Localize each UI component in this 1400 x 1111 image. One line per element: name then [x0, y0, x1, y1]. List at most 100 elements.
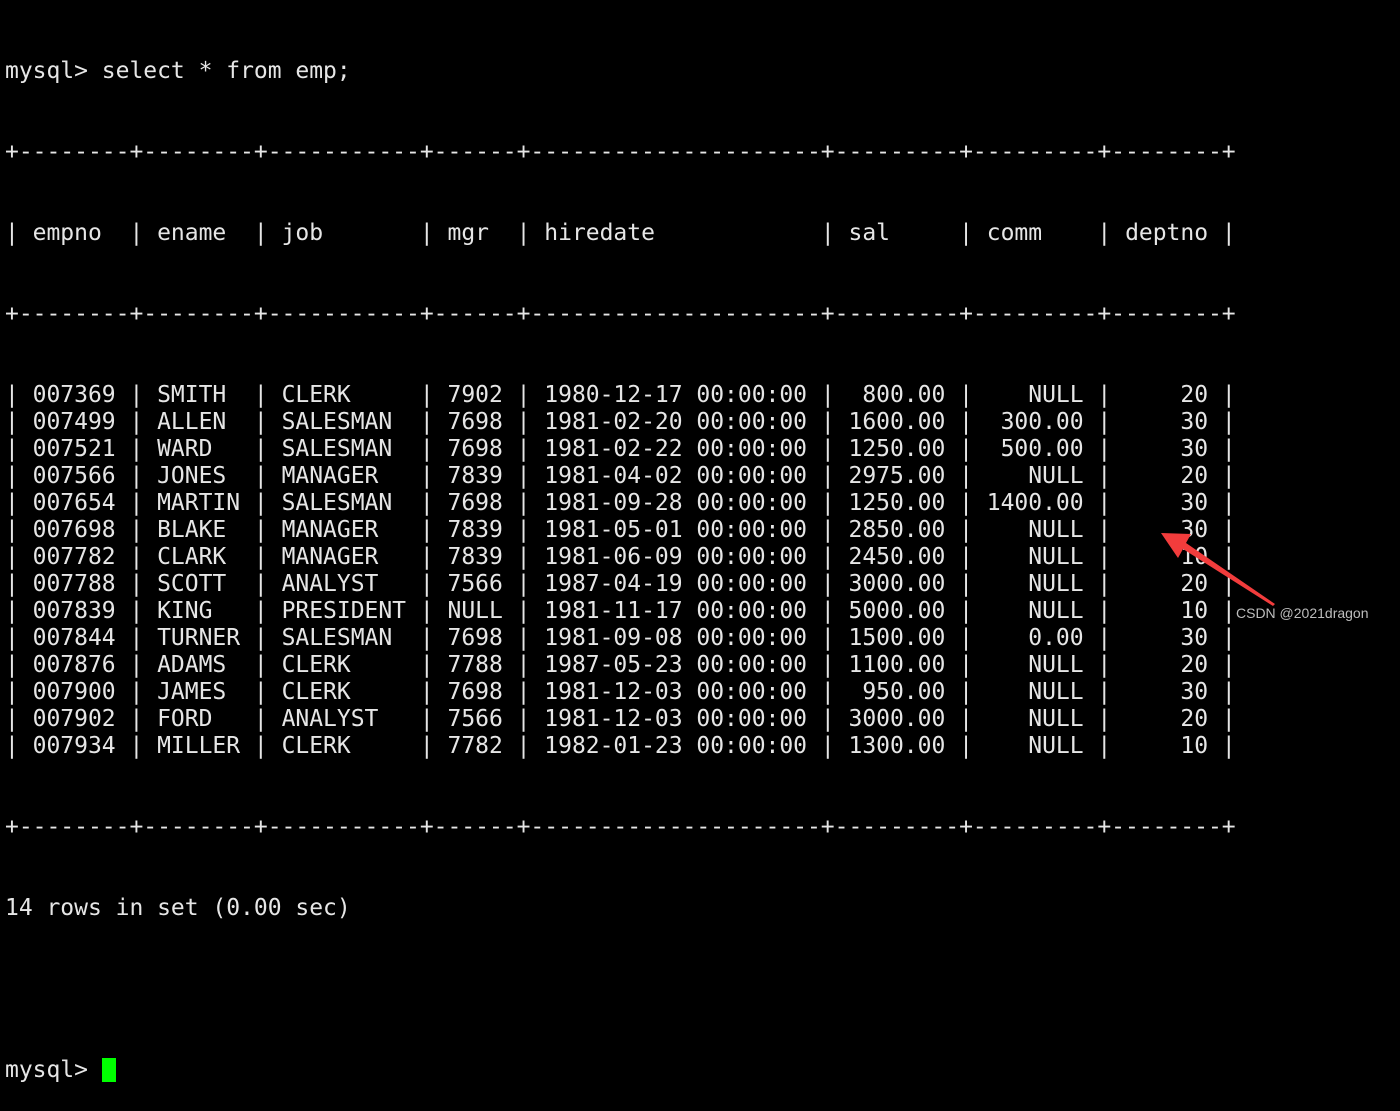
cell-hiredate: 1981-12-03 00:00:00	[544, 679, 808, 705]
table-border-header: +--------+--------+-----------+------+--…	[5, 301, 1236, 327]
cell-deptno: 20	[1125, 463, 1209, 489]
cell-empno: 007788	[32, 571, 116, 597]
cell-mgr: 7839	[447, 463, 503, 489]
cell-mgr: 7902	[447, 382, 503, 408]
cell-hiredate: 1981-11-17 00:00:00	[544, 598, 808, 624]
cell-sal: 1250.00	[848, 490, 946, 516]
cell-hiredate: 1987-04-19 00:00:00	[544, 571, 808, 597]
cell-empno: 007521	[32, 436, 116, 462]
cell-mgr: 7839	[447, 544, 503, 570]
cell-deptno: 20	[1125, 706, 1209, 732]
cell-comm: 1400.00	[986, 490, 1084, 516]
table-header-row: | empno | ename | job | mgr | hiredate |…	[5, 220, 1236, 246]
cell-deptno: 20	[1125, 571, 1209, 597]
cell-sal: 3000.00	[848, 706, 946, 732]
cell-sal: 2975.00	[848, 463, 946, 489]
cell-sal: 1500.00	[848, 625, 946, 651]
cell-job: SALESMAN	[281, 490, 407, 516]
cell-hiredate: 1981-05-01 00:00:00	[544, 517, 808, 543]
cell-mgr: 7698	[447, 625, 503, 651]
table-row: | 007698 | BLAKE | MANAGER | 7839 | 1981…	[5, 517, 1236, 543]
table-row: | 007566 | JONES | MANAGER | 7839 | 1981…	[5, 463, 1236, 489]
cell-mgr: 7839	[447, 517, 503, 543]
cell-comm: NULL	[986, 463, 1084, 489]
table-row: | 007839 | KING | PRESIDENT | NULL | 198…	[5, 598, 1236, 624]
table-row: | 007900 | JAMES | CLERK | 7698 | 1981-1…	[5, 679, 1236, 705]
cell-job: ANALYST	[281, 571, 407, 597]
cell-job: CLERK	[281, 652, 407, 678]
cell-job: MANAGER	[281, 517, 407, 543]
cell-comm: NULL	[986, 706, 1084, 732]
cell-sal: 1250.00	[848, 436, 946, 462]
cell-mgr: NULL	[447, 598, 503, 624]
cell-deptno: 10	[1125, 733, 1209, 759]
table-row: | 007521 | WARD | SALESMAN | 7698 | 1981…	[5, 436, 1236, 462]
input-line[interactable]: mysql>	[5, 1057, 1236, 1084]
cell-ename: JAMES	[157, 679, 241, 705]
cell-sal: 1300.00	[848, 733, 946, 759]
cell-comm: NULL	[986, 571, 1084, 597]
cell-empno: 007900	[32, 679, 116, 705]
cell-job: CLERK	[281, 733, 407, 759]
cell-deptno: 30	[1125, 517, 1209, 543]
table-body: | 007369 | SMITH | CLERK | 7902 | 1980-1…	[5, 382, 1236, 760]
column-header-mgr: mgr	[447, 220, 503, 246]
cell-sal: 800.00	[848, 382, 946, 408]
column-header-job: job	[281, 220, 407, 246]
cell-mgr: 7788	[447, 652, 503, 678]
cell-hiredate: 1981-04-02 00:00:00	[544, 463, 808, 489]
cell-deptno: 30	[1125, 436, 1209, 462]
cell-sal: 950.00	[848, 679, 946, 705]
cell-empno: 007499	[32, 409, 116, 435]
cell-hiredate: 1981-09-08 00:00:00	[544, 625, 808, 651]
cell-comm: NULL	[986, 517, 1084, 543]
cell-empno: 007839	[32, 598, 116, 624]
cell-deptno: 30	[1125, 490, 1209, 516]
cell-deptno: 20	[1125, 652, 1209, 678]
cell-ename: KING	[157, 598, 241, 624]
cell-ename: SMITH	[157, 382, 241, 408]
cell-ename: ALLEN	[157, 409, 241, 435]
command-text: select * from emp;	[101, 58, 351, 84]
cell-empno: 007934	[32, 733, 116, 759]
cell-ename: MARTIN	[157, 490, 241, 516]
column-header-sal: sal	[848, 220, 946, 246]
cell-empno: 007876	[32, 652, 116, 678]
cell-job: CLERK	[281, 679, 407, 705]
cell-ename: TURNER	[157, 625, 241, 651]
cell-job: ANALYST	[281, 706, 407, 732]
column-header-empno: empno	[32, 220, 116, 246]
cell-hiredate: 1981-02-22 00:00:00	[544, 436, 808, 462]
cell-sal: 5000.00	[848, 598, 946, 624]
cell-hiredate: 1982-01-23 00:00:00	[544, 733, 808, 759]
watermark: CSDN @2021dragon	[1236, 605, 1369, 621]
cell-sal: 3000.00	[848, 571, 946, 597]
cell-mgr: 7698	[447, 490, 503, 516]
cell-hiredate: 1981-02-20 00:00:00	[544, 409, 808, 435]
cell-empno: 007844	[32, 625, 116, 651]
cell-comm: NULL	[986, 652, 1084, 678]
cell-hiredate: 1981-09-28 00:00:00	[544, 490, 808, 516]
table-row: | 007782 | CLARK | MANAGER | 7839 | 1981…	[5, 544, 1236, 570]
cell-sal: 1100.00	[848, 652, 946, 678]
prompt: mysql>	[5, 58, 102, 84]
cell-job: SALESMAN	[281, 625, 407, 651]
cell-empno: 007654	[32, 490, 116, 516]
cell-ename: JONES	[157, 463, 241, 489]
table-row: | 007654 | MARTIN | SALESMAN | 7698 | 19…	[5, 490, 1236, 516]
table-row: | 007499 | ALLEN | SALESMAN | 7698 | 198…	[5, 409, 1236, 435]
table-row: | 007788 | SCOTT | ANALYST | 7566 | 1987…	[5, 571, 1236, 597]
cursor[interactable]	[101, 1058, 116, 1082]
cell-hiredate: 1980-12-17 00:00:00	[544, 382, 808, 408]
cell-job: CLERK	[281, 382, 407, 408]
cell-mgr: 7566	[447, 706, 503, 732]
cell-deptno: 30	[1125, 625, 1209, 651]
cell-empno: 007566	[32, 463, 116, 489]
cell-job: MANAGER	[281, 544, 407, 570]
cell-mgr: 7698	[447, 409, 503, 435]
cell-deptno: 30	[1125, 409, 1209, 435]
cell-comm: 500.00	[986, 436, 1084, 462]
cell-deptno: 20	[1125, 382, 1209, 408]
table-row: | 007934 | MILLER | CLERK | 7782 | 1982-…	[5, 733, 1236, 759]
